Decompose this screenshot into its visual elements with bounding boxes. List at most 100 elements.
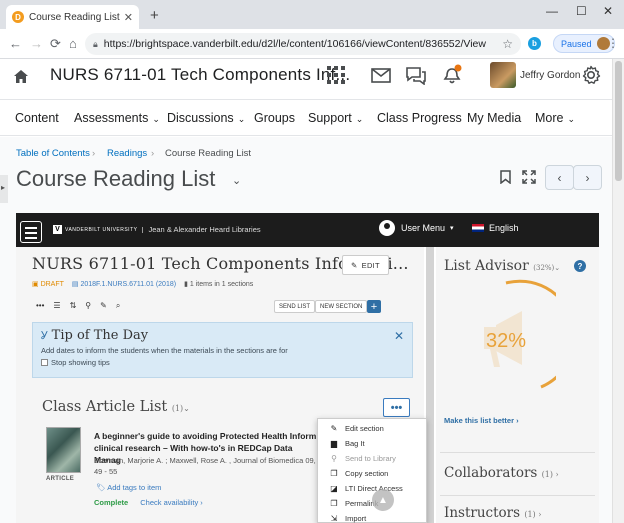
maximize-icon[interactable]: ☐ bbox=[576, 4, 587, 18]
language-label: English bbox=[489, 223, 519, 233]
nav-groups[interactable]: Groups bbox=[254, 111, 295, 125]
hamburger-menu-icon[interactable] bbox=[20, 221, 42, 243]
language-selector[interactable]: English bbox=[472, 223, 519, 233]
new-section-button[interactable]: NEW SECTION bbox=[315, 300, 368, 313]
profile-paused-button[interactable]: Paused bbox=[553, 34, 615, 53]
browser-tab[interactable]: D Course Reading List - NURS 6711 ✕ bbox=[6, 5, 139, 29]
send-list-button[interactable]: SEND LIST bbox=[274, 300, 316, 313]
scrollbar-thumb[interactable] bbox=[615, 61, 622, 181]
bookmark-star-icon[interactable]: ☆ bbox=[502, 37, 513, 51]
notification-bell-icon[interactable] bbox=[443, 64, 463, 85]
make-better-label: Make this list better bbox=[444, 416, 515, 425]
address-bar[interactable]: 🔒︎ https://brightspace.vanderbilt.edu/d2… bbox=[85, 33, 521, 55]
draft-badge: ▣ DRAFT bbox=[32, 281, 64, 288]
vanderbilt-v-icon: V bbox=[53, 225, 62, 234]
stop-tips-checkbox[interactable]: Stop showing tips bbox=[41, 358, 110, 367]
breadcrumb-readings[interactable]: Readings bbox=[107, 148, 147, 159]
section-menu-button[interactable]: ••• bbox=[383, 398, 410, 417]
list-advisor-title: List Advisor (32%)⌄ bbox=[444, 258, 560, 274]
settings-gear-icon[interactable] bbox=[581, 65, 601, 85]
section-title[interactable]: Class Article List (1)⌄ bbox=[42, 399, 190, 415]
browser-menu-icon[interactable]: ⋮ bbox=[607, 36, 619, 50]
sort-icon[interactable]: ⇅ bbox=[70, 301, 77, 311]
page-title: Course Reading List bbox=[16, 166, 216, 191]
menu-permalink[interactable]: ❐ Permalink bbox=[329, 499, 378, 508]
breadcrumb-link[interactable]: Table of Contents bbox=[16, 148, 90, 159]
copy-icon: ❐ bbox=[330, 469, 338, 478]
article-cover-image[interactable] bbox=[46, 427, 81, 473]
nav-discussions[interactable]: Discussions ⌄ bbox=[167, 111, 245, 125]
next-topic-button[interactable]: › bbox=[573, 165, 602, 190]
menu-import[interactable]: ⇲ Import bbox=[329, 514, 367, 523]
nav-label: More bbox=[535, 111, 564, 125]
reload-icon[interactable]: ⟳ bbox=[50, 36, 61, 52]
bookmark-icon[interactable] bbox=[500, 170, 511, 184]
menu-copy-section[interactable]: ❐ Copy section bbox=[329, 469, 388, 478]
breadcrumb-link[interactable]: Readings bbox=[107, 148, 147, 159]
fullscreen-icon[interactable] bbox=[522, 170, 536, 184]
minimize-icon[interactable]: — bbox=[546, 4, 558, 18]
browser-toolbar: ← → ⟳ ⌂ 🔒︎ https://brightspace.vanderbil… bbox=[0, 29, 624, 59]
mail-icon[interactable] bbox=[371, 68, 391, 83]
scroll-to-top-button[interactable]: ▲ bbox=[372, 489, 394, 511]
pin-icon[interactable]: ⚲ bbox=[85, 301, 91, 311]
menu-label: Copy section bbox=[345, 469, 389, 478]
course-code-link[interactable]: ▤ 2018F.1.NURS.6711.01 (2018) bbox=[72, 280, 176, 288]
make-list-better-link[interactable]: Make this list better › bbox=[444, 416, 519, 425]
collaborators-section[interactable]: Collaborators (1) › bbox=[444, 465, 559, 481]
menu-lti-direct-access[interactable]: ◪ LTI Direct Access bbox=[329, 484, 403, 493]
add-item-button[interactable]: + bbox=[367, 300, 381, 313]
home-icon[interactable] bbox=[14, 70, 28, 83]
nav-assessments[interactable]: Assessments ⌄ bbox=[74, 111, 160, 125]
user-name[interactable]: Jeffry Gordon bbox=[520, 70, 580, 81]
toc-toggle-handle[interactable]: ▸ bbox=[0, 175, 8, 203]
course-title[interactable]: NURS 6711-01 Tech Components Inf... bbox=[50, 65, 350, 85]
nav-more[interactable]: More ⌄ bbox=[535, 111, 575, 125]
close-tab-icon[interactable]: ✕ bbox=[124, 11, 133, 24]
draft-label: DRAFT bbox=[40, 281, 64, 288]
back-icon[interactable]: ← bbox=[9, 36, 22, 51]
forward-icon[interactable]: → bbox=[30, 36, 43, 51]
edit-list-button[interactable]: ✎ EDIT bbox=[342, 255, 389, 275]
search-icon[interactable]: ⌕ bbox=[116, 301, 120, 311]
lock-icon: 🔒︎ bbox=[93, 38, 98, 49]
instructors-title: Instructors bbox=[444, 505, 521, 521]
chevron-up-icon: ▲ bbox=[378, 494, 388, 506]
instructors-section[interactable]: Instructors (1) › bbox=[444, 505, 541, 521]
chevron-down-icon: ⌄ bbox=[355, 114, 364, 124]
user-avatar[interactable] bbox=[490, 62, 516, 88]
nav-support[interactable]: Support ⌄ bbox=[308, 111, 363, 125]
nav-content[interactable]: Content bbox=[15, 111, 59, 125]
user-menu-button[interactable]: User Menu ▾ bbox=[379, 220, 454, 236]
nav-my-media[interactable]: My Media bbox=[467, 111, 521, 125]
menu-label: Import bbox=[345, 514, 367, 523]
breadcrumb-table-of-contents[interactable]: Table of Contents bbox=[16, 148, 90, 159]
more-options-icon[interactable]: ••• bbox=[36, 301, 44, 311]
checkbox-box[interactable] bbox=[41, 359, 48, 366]
window-close-icon[interactable]: ✕ bbox=[603, 4, 613, 18]
list-view-icon[interactable]: ☰ bbox=[53, 301, 60, 311]
help-icon[interactable]: ? bbox=[574, 260, 586, 272]
edit-label: EDIT bbox=[361, 260, 380, 270]
course-selector-grid-icon[interactable] bbox=[327, 66, 345, 84]
add-tags-link[interactable]: 🏷︎ Add tags to item bbox=[96, 483, 161, 492]
link-icon: ❐ bbox=[330, 499, 338, 508]
extension-icon[interactable]: b bbox=[528, 37, 541, 50]
menu-bag-it[interactable]: ▆ Bag It bbox=[329, 439, 365, 448]
home-browser-icon[interactable]: ⌂ bbox=[69, 36, 77, 51]
nav-class-progress[interactable]: Class Progress bbox=[377, 111, 462, 125]
title-dropdown-chevron-icon[interactable]: ⌄ bbox=[232, 174, 241, 187]
menu-edit-section[interactable]: ✎ Edit section bbox=[329, 424, 384, 433]
edit-icon[interactable]: ✎ bbox=[100, 301, 107, 311]
advisor-percent: 32% bbox=[486, 330, 526, 352]
library-topbar: V VANDERBILT UNIVERSITY Jean & Alexander… bbox=[16, 213, 599, 247]
close-tip-icon[interactable]: ✕ bbox=[394, 329, 404, 343]
check-availability-link[interactable]: Check availability › bbox=[140, 498, 203, 507]
import-icon: ⇲ bbox=[330, 514, 338, 523]
page-scrollbar[interactable] bbox=[612, 59, 624, 523]
advisor-gauge: 32% bbox=[484, 279, 556, 389]
items-count: ▮ 1 items in 1 sections bbox=[184, 281, 254, 288]
previous-topic-button[interactable]: ‹ bbox=[545, 165, 574, 190]
chat-icon[interactable] bbox=[405, 66, 427, 85]
new-tab-icon[interactable]: + bbox=[150, 7, 159, 24]
